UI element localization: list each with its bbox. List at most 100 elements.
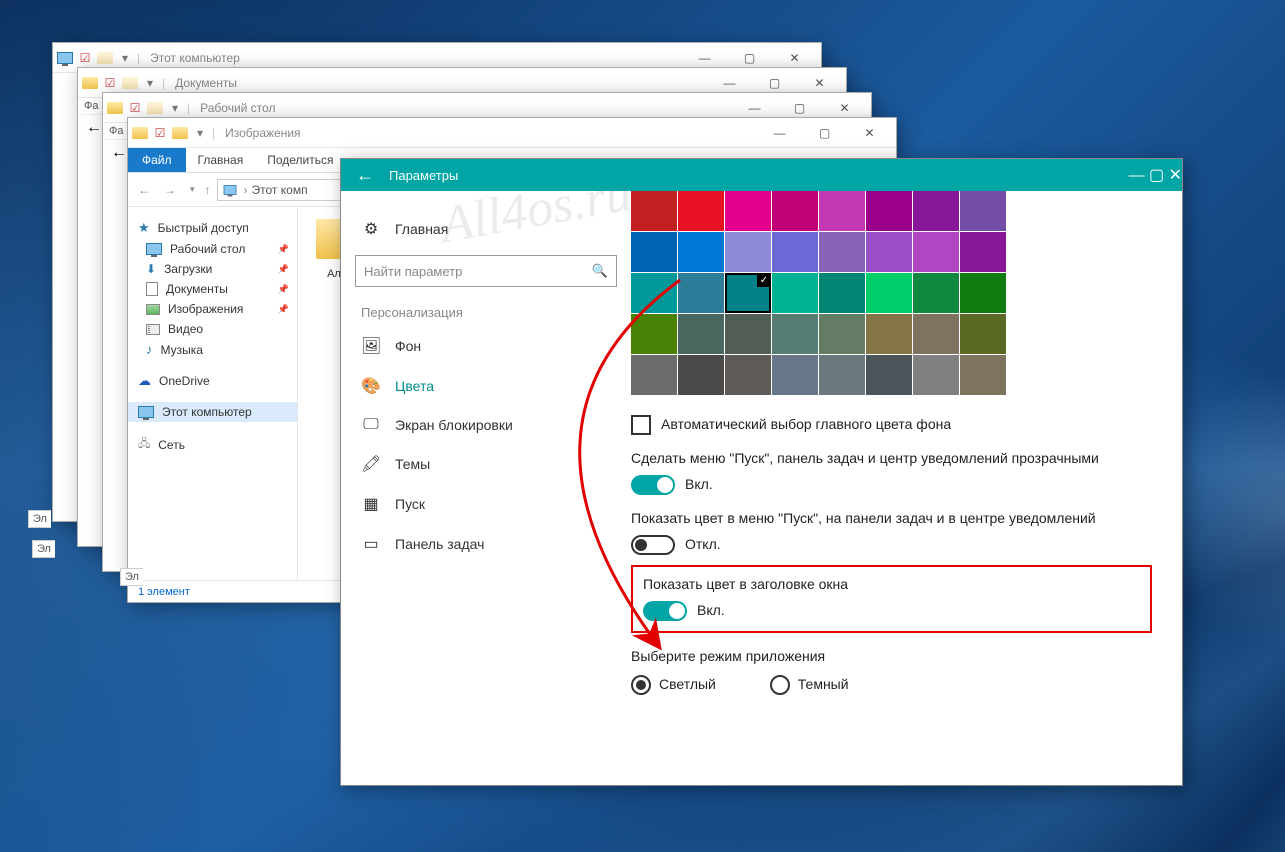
color-swatch[interactable] <box>678 314 724 354</box>
color-swatch[interactable] <box>866 191 912 231</box>
sidebar-this-pc[interactable]: Этот компьютер <box>128 402 297 422</box>
color-swatch[interactable] <box>678 355 724 395</box>
color-swatch[interactable] <box>631 191 677 231</box>
color-swatch[interactable] <box>631 232 677 272</box>
music-icon <box>146 342 153 357</box>
qat-icon-1[interactable]: ☑ <box>152 125 168 141</box>
ribbon-tab-share[interactable]: Поделиться <box>255 148 345 172</box>
color-swatch[interactable] <box>678 191 724 231</box>
color-swatch[interactable] <box>819 273 865 313</box>
nav-start[interactable]: ▦Пуск <box>355 484 617 524</box>
color-swatch[interactable] <box>819 191 865 231</box>
back-arrow[interactable]: ← <box>86 119 102 136</box>
color-swatch[interactable] <box>866 355 912 395</box>
qat-dropdown[interactable]: ▾ <box>117 50 133 66</box>
minimize-button[interactable]: — <box>757 119 802 147</box>
color-swatch[interactable] <box>960 355 1006 395</box>
color-swatch[interactable] <box>913 314 959 354</box>
sidebar-onedrive[interactable]: OneDrive <box>128 370 297 392</box>
breadcrumb-segment[interactable]: Этот комп <box>252 183 308 197</box>
qat-icon-1[interactable]: ☑ <box>102 75 118 91</box>
ribbon-tab-file[interactable]: Файл <box>128 148 186 172</box>
color-swatch[interactable] <box>725 273 771 313</box>
minimize-button[interactable]: — <box>1129 167 1145 184</box>
sidebar-item-music[interactable]: Музыка <box>128 339 297 360</box>
color-swatch[interactable] <box>725 314 771 354</box>
sidebar-item-videos[interactable]: Видео <box>128 319 297 339</box>
auto-color-row[interactable]: Автоматический выбор главного цвета фона <box>631 415 1152 435</box>
setting-title-color: Показать цвет в заголовке окна Вкл. <box>643 575 1140 621</box>
toggle-transparent[interactable] <box>631 475 675 495</box>
color-swatch[interactable] <box>913 273 959 313</box>
maximize-button[interactable]: ▢ <box>802 119 847 147</box>
back-arrow[interactable]: ← <box>111 144 127 161</box>
color-swatch[interactable] <box>725 191 771 231</box>
quick-access-header[interactable]: Быстрый доступ <box>128 217 297 239</box>
qat-dropdown[interactable]: ▾ <box>142 75 158 91</box>
color-swatch[interactable] <box>631 314 677 354</box>
radio-light[interactable]: Светлый <box>631 676 716 692</box>
nav-lockscreen[interactable]: 🖵Экран блокировки <box>355 406 617 444</box>
color-swatch[interactable] <box>866 314 912 354</box>
qat-icon-1[interactable]: ☑ <box>77 50 93 66</box>
color-swatch[interactable] <box>960 314 1006 354</box>
color-swatch[interactable] <box>913 232 959 272</box>
settings-window[interactable]: ← Параметры — ▢ ✕ ⚙Главная Найти парамет… <box>340 158 1183 786</box>
color-swatch[interactable] <box>772 273 818 313</box>
window-title: Этот компьютер <box>150 51 682 65</box>
ribbon-tab-home[interactable]: Главная <box>186 148 256 172</box>
color-swatch[interactable] <box>866 232 912 272</box>
color-swatch[interactable] <box>631 355 677 395</box>
qat-dropdown[interactable]: ▾ <box>192 125 208 141</box>
nav-themes[interactable]: 🖍Темы <box>355 444 617 484</box>
auto-color-label: Автоматический выбор главного цвета фона <box>661 416 951 432</box>
toggle-show-color[interactable] <box>631 535 675 555</box>
nav-up[interactable]: ↑ <box>205 183 211 197</box>
pin-icon: 📌 <box>278 264 289 275</box>
back-button[interactable]: ← <box>341 165 389 186</box>
color-swatch[interactable] <box>772 232 818 272</box>
nav-forward[interactable]: → <box>160 183 180 197</box>
close-button[interactable]: ✕ <box>1169 167 1182 184</box>
color-swatch[interactable] <box>913 191 959 231</box>
qat-icon-2[interactable] <box>147 100 163 116</box>
color-swatch[interactable] <box>913 355 959 395</box>
color-swatch[interactable] <box>678 273 724 313</box>
color-swatch[interactable] <box>678 232 724 272</box>
color-swatch[interactable] <box>725 355 771 395</box>
nav-home[interactable]: ⚙Главная <box>355 209 617 249</box>
checkbox-auto-color[interactable] <box>631 415 651 435</box>
color-swatch[interactable] <box>819 355 865 395</box>
sidebar-item-pictures[interactable]: Изображения📌 <box>128 299 297 319</box>
toggle-title-color[interactable] <box>643 601 687 621</box>
sidebar-item-desktop[interactable]: Рабочий стол📌 <box>128 239 297 259</box>
nav-back[interactable]: ← <box>134 183 154 197</box>
search-input[interactable]: Найти параметр 🔍 <box>355 255 617 287</box>
nav-history[interactable]: ▾ <box>186 184 199 195</box>
color-swatch[interactable] <box>960 273 1006 313</box>
color-swatch[interactable] <box>960 191 1006 231</box>
color-swatch[interactable] <box>960 232 1006 272</box>
qat-dropdown[interactable]: ▾ <box>167 100 183 116</box>
nav-colors[interactable]: 🎨Цвета <box>355 366 617 406</box>
close-button[interactable]: ✕ <box>847 119 892 147</box>
color-swatch[interactable] <box>725 232 771 272</box>
color-swatch[interactable] <box>819 314 865 354</box>
qat-icon-2[interactable] <box>97 50 113 66</box>
color-swatch[interactable] <box>866 273 912 313</box>
color-swatch[interactable] <box>772 314 818 354</box>
sidebar-item-downloads[interactable]: Загрузки📌 <box>128 259 297 279</box>
qat-icon-2[interactable] <box>172 125 188 141</box>
color-swatch[interactable] <box>631 273 677 313</box>
qat-icon-1[interactable]: ☑ <box>127 100 143 116</box>
maximize-button[interactable]: ▢ <box>1149 167 1164 184</box>
color-swatch[interactable] <box>772 191 818 231</box>
qat-icon-2[interactable] <box>122 75 138 91</box>
radio-dark[interactable]: Темный <box>770 676 849 692</box>
sidebar-item-documents[interactable]: Документы📌 <box>128 279 297 299</box>
nav-taskbar[interactable]: ▭Панель задач <box>355 524 617 564</box>
sidebar-network[interactable]: Сеть <box>128 432 297 457</box>
nav-background[interactable]: 🖼Фон <box>355 326 617 366</box>
color-swatch[interactable] <box>819 232 865 272</box>
color-swatch[interactable] <box>772 355 818 395</box>
